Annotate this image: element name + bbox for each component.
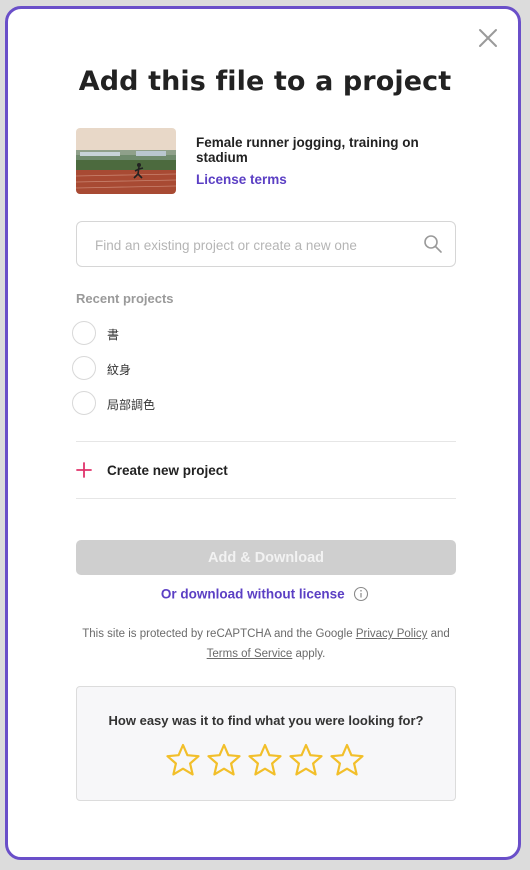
download-without-license-link[interactable]: Or download without license [161, 586, 345, 601]
dialog-title: Add this file to a project [78, 66, 452, 97]
create-new-project-button[interactable]: Create new project [76, 460, 376, 482]
project-search-input[interactable] [93, 234, 417, 256]
info-icon[interactable] [353, 586, 369, 602]
search-icon[interactable] [423, 234, 443, 254]
divider [76, 441, 456, 442]
project-item[interactable]: 局部調色 [72, 391, 372, 417]
project-radio[interactable] [72, 321, 96, 345]
recaptcha-suffix: apply. [295, 648, 326, 660]
feedback-question: How easy was it to find what you were lo… [108, 713, 424, 728]
star-icon[interactable] [206, 742, 242, 778]
project-radio[interactable] [72, 391, 96, 415]
recaptcha-notice: This site is protected by reCAPTCHA and … [70, 624, 462, 664]
project-radio[interactable] [72, 356, 96, 380]
project-name: 紋身 [107, 363, 132, 377]
create-new-project-label: Create new project [107, 463, 228, 478]
star-icon[interactable] [247, 742, 283, 778]
star-icon[interactable] [288, 742, 324, 778]
recaptcha-and: and [430, 628, 450, 640]
plus-icon [76, 462, 92, 478]
project-name: 局部調色 [107, 398, 156, 412]
terms-of-service-link[interactable]: Terms of Service [207, 648, 293, 660]
project-name: 書 [107, 328, 120, 342]
recaptcha-prefix: This site is protected by reCAPTCHA and … [82, 628, 353, 640]
star-icon[interactable] [329, 742, 365, 778]
file-thumbnail [76, 128, 176, 194]
project-item[interactable]: 書 [72, 321, 372, 347]
add-download-button[interactable]: Add & Download [76, 540, 456, 575]
divider [76, 498, 456, 499]
star-rating[interactable] [165, 742, 375, 778]
close-icon[interactable] [476, 26, 500, 50]
star-icon[interactable] [165, 742, 201, 778]
feedback-panel: How easy was it to find what you were lo… [76, 686, 456, 801]
file-title: Female runner jogging, training on stadi… [196, 135, 419, 165]
recent-projects-label: Recent projects [76, 291, 174, 306]
privacy-policy-link[interactable]: Privacy Policy [356, 628, 428, 640]
license-terms-link[interactable]: License terms [196, 172, 287, 187]
project-search-box[interactable] [76, 221, 456, 267]
download-without-license-row: Or download without license [0, 585, 530, 603]
project-item[interactable]: 紋身 [72, 356, 372, 382]
